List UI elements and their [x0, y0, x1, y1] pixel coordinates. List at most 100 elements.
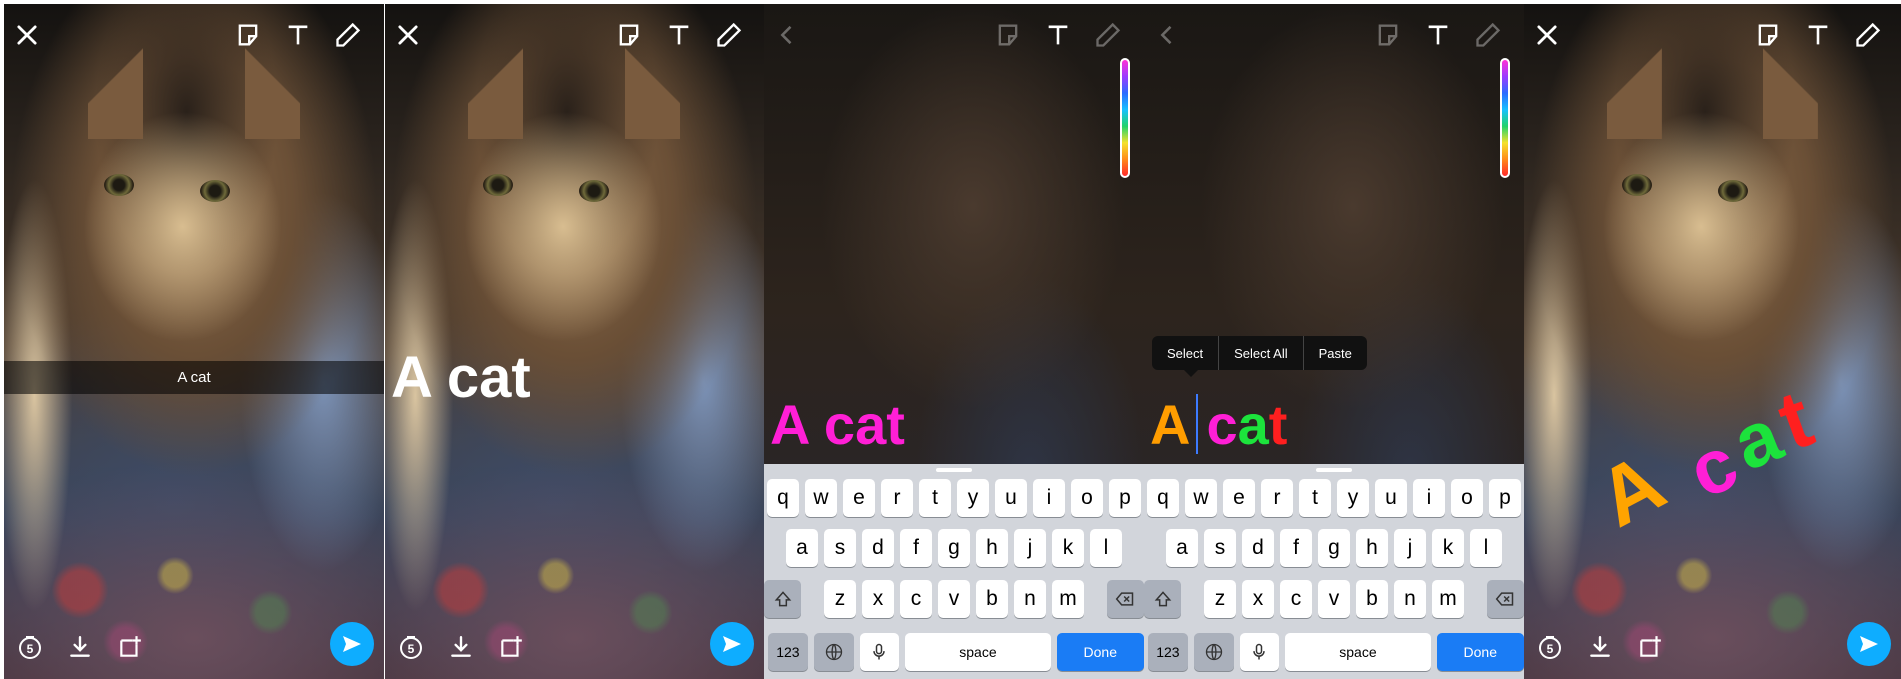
text-tool-icon[interactable] [1421, 18, 1455, 52]
back-chevron-icon[interactable] [770, 18, 804, 52]
key-i[interactable]: i [1413, 479, 1445, 517]
add-to-story-icon[interactable] [114, 631, 146, 663]
color-picker-slider[interactable] [1500, 58, 1510, 178]
timer-icon[interactable]: 5 [1534, 631, 1566, 663]
delete-key[interactable] [1486, 580, 1524, 618]
key-b[interactable]: b [976, 580, 1008, 618]
key-l[interactable]: l [1470, 529, 1502, 567]
shift-key[interactable] [1144, 580, 1182, 618]
sticker-icon[interactable] [231, 18, 265, 52]
send-button[interactable] [1847, 622, 1891, 666]
numbers-key[interactable]: 123 [1148, 633, 1188, 671]
key-k[interactable]: k [1052, 529, 1084, 567]
download-icon[interactable] [64, 631, 96, 663]
key-q[interactable]: q [767, 479, 799, 517]
key-j[interactable]: j [1014, 529, 1046, 567]
timer-icon[interactable]: 5 [395, 631, 427, 663]
key-y[interactable]: y [957, 479, 989, 517]
key-n[interactable]: n [1394, 580, 1426, 618]
key-c[interactable]: c [900, 580, 932, 618]
key-d[interactable]: d [1242, 529, 1274, 567]
key-c[interactable]: c [1280, 580, 1312, 618]
key-p[interactable]: p [1109, 479, 1141, 517]
done-key[interactable]: Done [1056, 633, 1144, 671]
key-k[interactable]: k [1432, 529, 1464, 567]
key-e[interactable]: e [1223, 479, 1255, 517]
sticker-icon[interactable] [1371, 18, 1405, 52]
key-h[interactable]: h [1356, 529, 1388, 567]
sticker-icon[interactable] [1751, 18, 1785, 52]
key-o[interactable]: o [1451, 479, 1483, 517]
key-x[interactable]: x [1242, 580, 1274, 618]
sticker-icon[interactable] [612, 18, 646, 52]
key-s[interactable]: s [824, 529, 856, 567]
key-w[interactable]: w [805, 479, 837, 517]
text-tool-icon[interactable] [1041, 18, 1075, 52]
key-o[interactable]: o [1071, 479, 1103, 517]
key-g[interactable]: g [938, 529, 970, 567]
multicolor-caption[interactable]: Acat [1150, 392, 1287, 457]
key-x[interactable]: x [862, 580, 894, 618]
context-menu-paste[interactable]: Paste [1304, 336, 1367, 370]
globe-icon[interactable] [1193, 633, 1234, 671]
space-key[interactable]: space [1285, 633, 1431, 671]
key-y[interactable]: y [1337, 479, 1369, 517]
pencil-icon[interactable] [1091, 18, 1125, 52]
key-f[interactable]: f [900, 529, 932, 567]
delete-key[interactable] [1106, 580, 1144, 618]
send-button[interactable] [330, 622, 374, 666]
key-r[interactable]: r [881, 479, 913, 517]
text-tool-icon[interactable] [662, 18, 696, 52]
keyboard-grabber[interactable] [1316, 468, 1352, 472]
timer-icon[interactable]: 5 [14, 631, 46, 663]
key-d[interactable]: d [862, 529, 894, 567]
key-f[interactable]: f [1280, 529, 1312, 567]
key-t[interactable]: t [919, 479, 951, 517]
back-chevron-icon[interactable] [1150, 18, 1184, 52]
context-menu-select-all[interactable]: Select All [1219, 336, 1304, 370]
key-h[interactable]: h [976, 529, 1008, 567]
color-picker-slider[interactable] [1120, 58, 1130, 178]
key-g[interactable]: g [1318, 529, 1350, 567]
key-z[interactable]: z [1204, 580, 1236, 618]
key-u[interactable]: u [995, 479, 1027, 517]
key-s[interactable]: s [1204, 529, 1236, 567]
space-key[interactable]: space [905, 633, 1051, 671]
key-w[interactable]: w [1185, 479, 1217, 517]
close-icon[interactable] [391, 18, 425, 52]
microphone-icon[interactable] [1239, 633, 1280, 671]
key-i[interactable]: i [1033, 479, 1065, 517]
key-v[interactable]: v [938, 580, 970, 618]
download-icon[interactable] [445, 631, 477, 663]
key-l[interactable]: l [1090, 529, 1122, 567]
key-a[interactable]: a [786, 529, 818, 567]
key-u[interactable]: u [1375, 479, 1407, 517]
context-menu-select[interactable]: Select [1152, 336, 1220, 370]
key-p[interactable]: p [1489, 479, 1521, 517]
microphone-icon[interactable] [859, 633, 900, 671]
key-m[interactable]: m [1432, 580, 1464, 618]
numbers-key[interactable]: 123 [768, 633, 808, 671]
key-t[interactable]: t [1299, 479, 1331, 517]
colored-caption-text[interactable]: A cat [770, 392, 905, 457]
key-r[interactable]: r [1261, 479, 1293, 517]
send-button[interactable] [710, 622, 754, 666]
text-tool-icon[interactable] [1801, 18, 1835, 52]
big-caption-text[interactable]: A cat [391, 344, 531, 411]
pencil-icon[interactable] [1471, 18, 1505, 52]
done-key[interactable]: Done [1436, 633, 1524, 671]
pencil-icon[interactable] [331, 18, 365, 52]
key-j[interactable]: j [1394, 529, 1426, 567]
pencil-icon[interactable] [1851, 18, 1885, 52]
close-icon[interactable] [10, 18, 44, 52]
keyboard-grabber[interactable] [936, 468, 972, 472]
pencil-icon[interactable] [712, 18, 746, 52]
key-z[interactable]: z [824, 580, 856, 618]
key-b[interactable]: b [1356, 580, 1388, 618]
key-q[interactable]: q [1147, 479, 1179, 517]
caption-bar[interactable]: A cat [4, 361, 384, 394]
globe-icon[interactable] [813, 633, 854, 671]
text-tool-icon[interactable] [281, 18, 315, 52]
key-a[interactable]: a [1166, 529, 1198, 567]
key-v[interactable]: v [1318, 580, 1350, 618]
